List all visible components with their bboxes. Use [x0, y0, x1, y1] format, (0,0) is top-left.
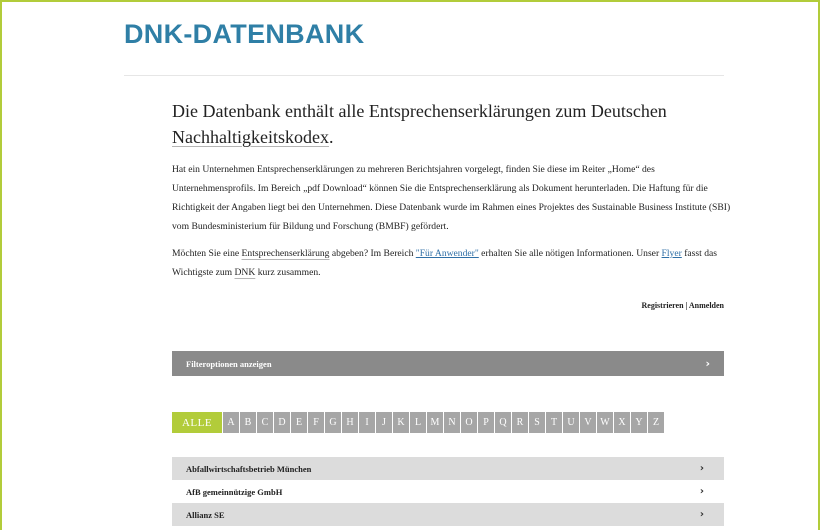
register-link[interactable]: Registrieren — [641, 301, 683, 310]
intro-heading-end: . — [328, 127, 334, 147]
company-name: Allianz SE — [186, 509, 225, 520]
alphabet-letter-j[interactable]: J — [376, 412, 392, 433]
alphabet-letter-n[interactable]: N — [444, 412, 460, 433]
company-name: Abfallwirtschaftsbetrieb München — [186, 463, 312, 474]
p2-term: Entsprechenserklärung — [241, 248, 330, 259]
company-row[interactable]: Allianz SE › — [172, 503, 724, 526]
kodex-term: Nachhaltigkeitskodex — [172, 127, 329, 147]
company-row[interactable]: AfB gemeinnützige GmbH › — [172, 480, 724, 503]
fuer-anwender-link[interactable]: "Für Anwender" — [416, 248, 479, 259]
alphabet-filter: ALLE ABCDEFGHIJKLMNOPQRSTUVWXYZ — [172, 412, 664, 433]
alphabet-letter-h[interactable]: H — [342, 412, 358, 433]
p2-text-d: erhalten Sie alle nötigen Informationen.… — [478, 248, 662, 259]
dnk-term: DNK — [234, 267, 256, 278]
company-name: AfB gemeinnützige GmbH — [186, 486, 283, 497]
alphabet-letter-a[interactable]: A — [223, 412, 239, 433]
alphabet-letter-t[interactable]: T — [546, 412, 562, 433]
auth-links: Registrieren | Anmelden — [641, 301, 724, 310]
filter-options-label: Filteroptionen anzeigen — [186, 358, 272, 369]
alphabet-letter-s[interactable]: S — [529, 412, 545, 433]
company-row[interactable]: Abfallwirtschaftsbetrieb München › — [172, 457, 724, 480]
alphabet-letter-y[interactable]: Y — [631, 412, 647, 433]
chevron-right-icon: › — [699, 486, 704, 497]
p2-text-g: kurz zusammen. — [255, 267, 321, 278]
alphabet-letter-v[interactable]: V — [580, 412, 596, 433]
company-list: Abfallwirtschaftsbetrieb München › AfB ge… — [172, 457, 724, 526]
alphabet-letter-p[interactable]: P — [478, 412, 494, 433]
alphabet-letter-b[interactable]: B — [240, 412, 256, 433]
p2-text-c: abgeben? Im Bereich — [329, 248, 416, 259]
chevron-right-icon: › — [705, 357, 710, 370]
flyer-link[interactable]: Flyer — [662, 248, 682, 259]
alphabet-letter-g[interactable]: G — [325, 412, 341, 433]
alphabet-letter-u[interactable]: U — [563, 412, 579, 433]
intro-paragraph: Hat ein Unternehmen Entsprechenserklärun… — [172, 164, 731, 232]
alphabet-letter-i[interactable]: I — [359, 412, 375, 433]
intro-heading-text: Die Datenbank enthält alle Entsprechense… — [172, 101, 667, 121]
alphabet-letter-z[interactable]: Z — [648, 412, 664, 433]
alphabet-letter-x[interactable]: X — [614, 412, 630, 433]
chevron-right-icon: › — [699, 463, 704, 474]
alphabet-letter-c[interactable]: C — [257, 412, 273, 433]
intro-heading: Die Datenbank enthält alle Entsprechense… — [172, 98, 732, 150]
chevron-right-icon: › — [699, 509, 704, 520]
alphabet-letter-d[interactable]: D — [274, 412, 290, 433]
alphabet-letter-q[interactable]: Q — [495, 412, 511, 433]
alphabet-letter-o[interactable]: O — [461, 412, 477, 433]
header-divider — [124, 75, 724, 76]
submit-paragraph: Möchten Sie eine Entsprechenserklärung a… — [172, 244, 732, 282]
login-link[interactable]: Anmelden — [689, 301, 724, 310]
alphabet-letter-l[interactable]: L — [410, 412, 426, 433]
alphabet-letter-k[interactable]: K — [393, 412, 409, 433]
filter-options-toggle[interactable]: Filteroptionen anzeigen › — [172, 351, 724, 376]
alphabet-letter-e[interactable]: E — [291, 412, 307, 433]
alphabet-all-button[interactable]: ALLE — [172, 412, 222, 433]
alphabet-letter-f[interactable]: F — [308, 412, 324, 433]
alphabet-letter-r[interactable]: R — [512, 412, 528, 433]
p2-text-a: Möchten Sie eine — [172, 248, 242, 259]
site-title[interactable]: DNK-DATENBANK — [124, 19, 364, 50]
alphabet-letter-w[interactable]: W — [597, 412, 613, 433]
alphabet-letter-m[interactable]: M — [427, 412, 443, 433]
